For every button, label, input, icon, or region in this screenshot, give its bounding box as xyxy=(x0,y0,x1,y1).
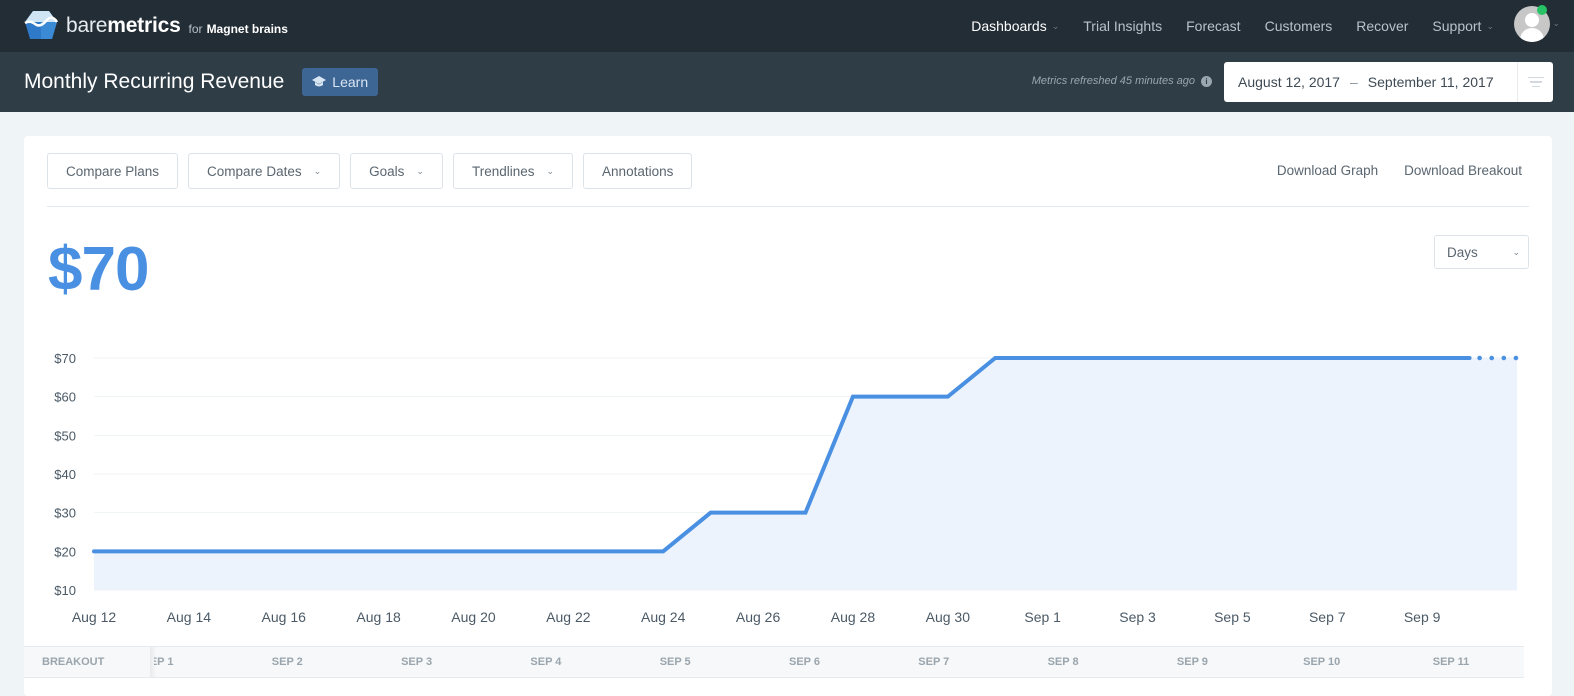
breakout-column-header: SEP 4 xyxy=(530,656,562,668)
y-tick-label: $20 xyxy=(54,544,76,559)
brand-name: baremetrics xyxy=(66,14,181,38)
breakout-column-header: SEP 8 xyxy=(1047,656,1079,668)
date-range-picker[interactable]: August 12, 2017 – September 11, 2017 xyxy=(1224,62,1553,102)
nav-link-label: Dashboards xyxy=(971,18,1047,34)
learn-button[interactable]: Learn xyxy=(302,68,379,96)
breakout-column-header: SEP 7 xyxy=(918,656,950,668)
online-status-dot xyxy=(1537,5,1547,15)
y-tick-label: $40 xyxy=(54,467,76,482)
page-title: Monthly Recurring Revenue xyxy=(24,70,285,93)
breakout-column-header: SEP 11 xyxy=(1432,656,1470,668)
organization-name: Magnet brains xyxy=(206,21,288,36)
x-tick-label: Aug 28 xyxy=(831,609,876,625)
x-tick-label: Aug 16 xyxy=(262,609,307,625)
date-start: August 12, 2017 xyxy=(1238,74,1340,90)
x-axis: Aug 12 Aug 14 Aug 16 Aug 18 Aug 20 Aug 22 Aug … xyxy=(72,609,1441,625)
nav-link-recover[interactable]: Recover xyxy=(1356,18,1408,34)
x-tick-label: Aug 12 xyxy=(72,609,117,625)
mrr-chart[interactable]: $10 $20 $30 $40 $50 $60 $70 Aug 12 Aug 14 Aug 16… xyxy=(24,136,1552,646)
brand-bold: metrics xyxy=(107,14,181,37)
breakout-column-header: SEP 10 xyxy=(1303,656,1341,668)
nav-link-dashboards[interactable]: Dashboards ⌄ xyxy=(971,18,1059,34)
logo[interactable]: baremetrics for Magnet brains xyxy=(24,10,288,42)
chevron-down-icon[interactable]: ⌄ xyxy=(1552,18,1560,29)
scroll-shadow xyxy=(150,647,156,677)
y-tick-label: $50 xyxy=(54,428,76,443)
info-icon[interactable]: i xyxy=(1201,75,1212,87)
x-tick-label: Sep 9 xyxy=(1404,609,1441,625)
graduation-cap-icon xyxy=(312,76,327,87)
nav-link-forecast[interactable]: Forecast xyxy=(1186,18,1240,34)
date-end: September 11, 2017 xyxy=(1367,74,1494,90)
date-presets-menu-icon[interactable] xyxy=(1517,62,1553,102)
brand-for: for xyxy=(188,21,203,36)
learn-label: Learn xyxy=(332,74,369,90)
x-tick-label: Sep 1 xyxy=(1024,609,1061,625)
nav-link-label: Forecast xyxy=(1186,18,1241,34)
nav-link-support[interactable]: Support ⌄ xyxy=(1432,18,1494,34)
avatar-body xyxy=(1520,28,1544,42)
y-tick-label: $70 xyxy=(54,351,76,366)
page-header: Monthly Recurring Revenue Learn Metrics … xyxy=(0,52,1574,112)
x-tick-label: Aug 24 xyxy=(641,609,686,625)
breakout-table-header: BREAKOUT SEP 1SEP 2SEP 3SEP 4SEP 5SEP 6S… xyxy=(24,646,1524,678)
breakout-label: BREAKOUT xyxy=(42,656,105,668)
metrics-refresh-status: Metrics refreshed 45 minutes ago i xyxy=(1032,75,1212,87)
metric-card: Compare Plans Compare Dates ⌄ Goals ⌄ Trendli… xyxy=(24,136,1552,696)
breakout-column-header: SEP 3 xyxy=(401,656,433,668)
nav-link-label: Support xyxy=(1432,18,1482,34)
breakout-column-header: SEP 6 xyxy=(789,656,820,668)
x-tick-label: Aug 20 xyxy=(451,609,496,625)
x-tick-label: Aug 18 xyxy=(356,609,401,625)
breakout-column-header: SEP 5 xyxy=(659,656,691,668)
x-tick-label: Sep 7 xyxy=(1309,609,1346,625)
nav-link-trial-insights[interactable]: Trial Insights xyxy=(1083,18,1162,34)
x-tick-label: Aug 22 xyxy=(546,609,591,625)
y-tick-label: $10 xyxy=(54,583,76,598)
breakout-column-header: SEP 2 xyxy=(271,656,303,668)
date-range-values[interactable]: August 12, 2017 – September 11, 2017 xyxy=(1224,74,1517,90)
nav-link-label: Trial Insights xyxy=(1083,18,1163,34)
breakout-columns[interactable]: SEP 1 SEP 2 SEP 3 SEP 4 SEP 5 SEP 6 SEP 7 SEP 8… xyxy=(154,647,1524,677)
y-axis: $10 $20 $30 $40 $50 $60 $70 xyxy=(54,351,76,598)
y-tick-label: $30 xyxy=(54,506,76,521)
chevron-down-icon: ⌄ xyxy=(1486,20,1494,31)
x-tick-label: Aug 14 xyxy=(167,609,212,625)
nav-link-label: Customers xyxy=(1264,18,1333,34)
avatar-head xyxy=(1525,13,1539,27)
nav-link-customers[interactable]: Customers xyxy=(1265,18,1333,34)
chevron-down-icon: ⌄ xyxy=(1051,20,1060,31)
date-separator: – xyxy=(1349,74,1358,90)
baremetrics-logo-icon xyxy=(24,11,58,39)
nav-link-label: Recover xyxy=(1356,18,1409,34)
x-tick-label: Sep 3 xyxy=(1119,609,1156,625)
breakout-column-header: SEP 1 xyxy=(154,656,174,668)
brand-light: bare xyxy=(66,14,108,37)
x-tick-label: Aug 30 xyxy=(926,609,971,625)
breakout-column-header: SEP 9 xyxy=(1176,656,1208,668)
x-tick-label: Sep 5 xyxy=(1214,609,1251,625)
x-tick-label: Aug 26 xyxy=(736,609,781,625)
refresh-text: Metrics refreshed 45 minutes ago xyxy=(1031,75,1195,87)
top-nav: baremetrics for Magnet brains Dashboards… xyxy=(0,0,1574,52)
y-tick-label: $60 xyxy=(54,390,76,405)
main-nav: Dashboards ⌄ Trial Insights Forecast Custome… xyxy=(971,0,1494,52)
